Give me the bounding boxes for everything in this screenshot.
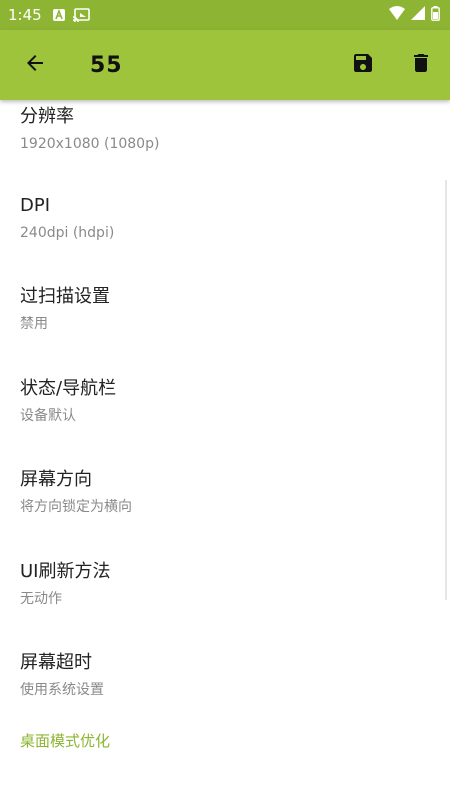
- setting-overscan[interactable]: 过扫描设置 禁用: [0, 264, 450, 356]
- notification-a-icon: [52, 8, 66, 22]
- setting-resolution[interactable]: 分辨率 1920x1080 (1080p): [0, 100, 450, 172]
- setting-summary: 使用系统设置: [20, 682, 104, 699]
- setting-screen-timeout[interactable]: 屏幕超时 使用系统设置: [0, 630, 450, 722]
- setting-summary: 1920x1080 (1080p): [20, 136, 160, 152]
- setting-title: 屏幕方向: [20, 469, 92, 491]
- setting-title: DPI: [20, 194, 51, 216]
- scrollbar[interactable]: [445, 180, 447, 600]
- save-button[interactable]: [334, 30, 392, 100]
- setting-summary: 无动作: [20, 590, 62, 607]
- category-desktop-mode: 桌面模式优化: [20, 732, 111, 750]
- status-bar: 1:45: [0, 0, 450, 30]
- setting-title: 分辨率: [20, 106, 74, 127]
- page-title: 55: [90, 52, 123, 78]
- arrow-back-icon: [23, 51, 47, 79]
- setting-title: UI刷新方法: [20, 560, 111, 582]
- settings-list[interactable]: 分辨率 1920x1080 (1080p) DPI 240dpi (hdpi) …: [0, 100, 450, 800]
- app-bar-actions: [334, 30, 450, 100]
- signal-icon: [411, 6, 425, 24]
- setting-ui-refresh[interactable]: UI刷新方法 无动作: [0, 538, 450, 630]
- setting-summary: 设备默认: [20, 407, 76, 424]
- status-time: 1:45: [8, 6, 42, 24]
- save-icon: [351, 51, 375, 79]
- battery-icon: [431, 5, 440, 25]
- delete-button[interactable]: [392, 30, 450, 100]
- delete-icon: [409, 51, 433, 79]
- setting-summary: 240dpi (hdpi): [20, 224, 115, 241]
- setting-title: 状态/导航栏: [20, 377, 117, 399]
- status-right-icons: [389, 5, 440, 25]
- back-button[interactable]: [0, 30, 70, 100]
- setting-summary: 禁用: [20, 316, 48, 333]
- setting-dpi[interactable]: DPI 240dpi (hdpi): [0, 172, 450, 264]
- cast-icon: [72, 8, 90, 22]
- app-bar: 55: [0, 30, 450, 100]
- setting-status-nav-bar[interactable]: 状态/导航栏 设备默认: [0, 355, 450, 447]
- setting-summary: 将方向锁定为横向: [20, 499, 132, 516]
- setting-screen-orientation[interactable]: 屏幕方向 将方向锁定为横向: [0, 447, 450, 539]
- setting-title: 屏幕超时: [20, 652, 92, 674]
- setting-title: 过扫描设置: [20, 286, 110, 308]
- wifi-icon: [389, 6, 405, 24]
